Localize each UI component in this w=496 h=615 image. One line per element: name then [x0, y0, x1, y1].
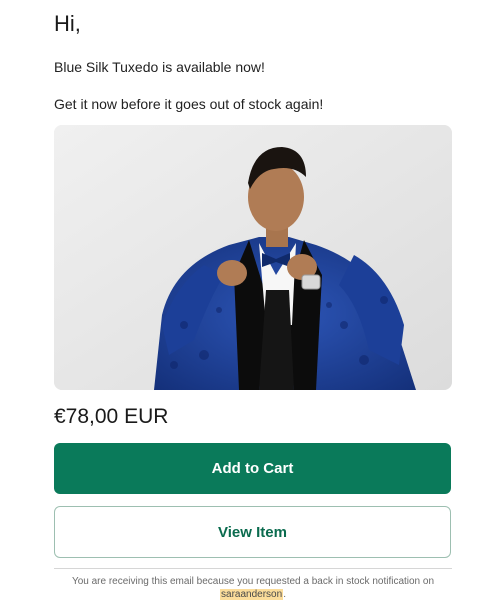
greeting: Hi,	[54, 11, 81, 36]
footer-notice-text: You are receiving this email because you…	[71, 576, 435, 587]
username-highlight: saraanderson	[220, 589, 284, 600]
add-to-cart-button[interactable]: Add to Cart	[54, 443, 451, 494]
urgency-message: Get it now before it goes out of stock a…	[54, 96, 324, 112]
footer-period: .	[283, 589, 286, 600]
product-price: €78,00 EUR	[54, 405, 169, 428]
footer-divider	[54, 568, 452, 569]
product-photo	[54, 125, 452, 390]
product-image[interactable]	[54, 125, 452, 390]
availability-message: Blue Silk Tuxedo is available now!	[54, 59, 265, 75]
view-item-button[interactable]: View Item	[54, 506, 451, 558]
footer-notice: You are receiving this email because you…	[54, 575, 452, 601]
